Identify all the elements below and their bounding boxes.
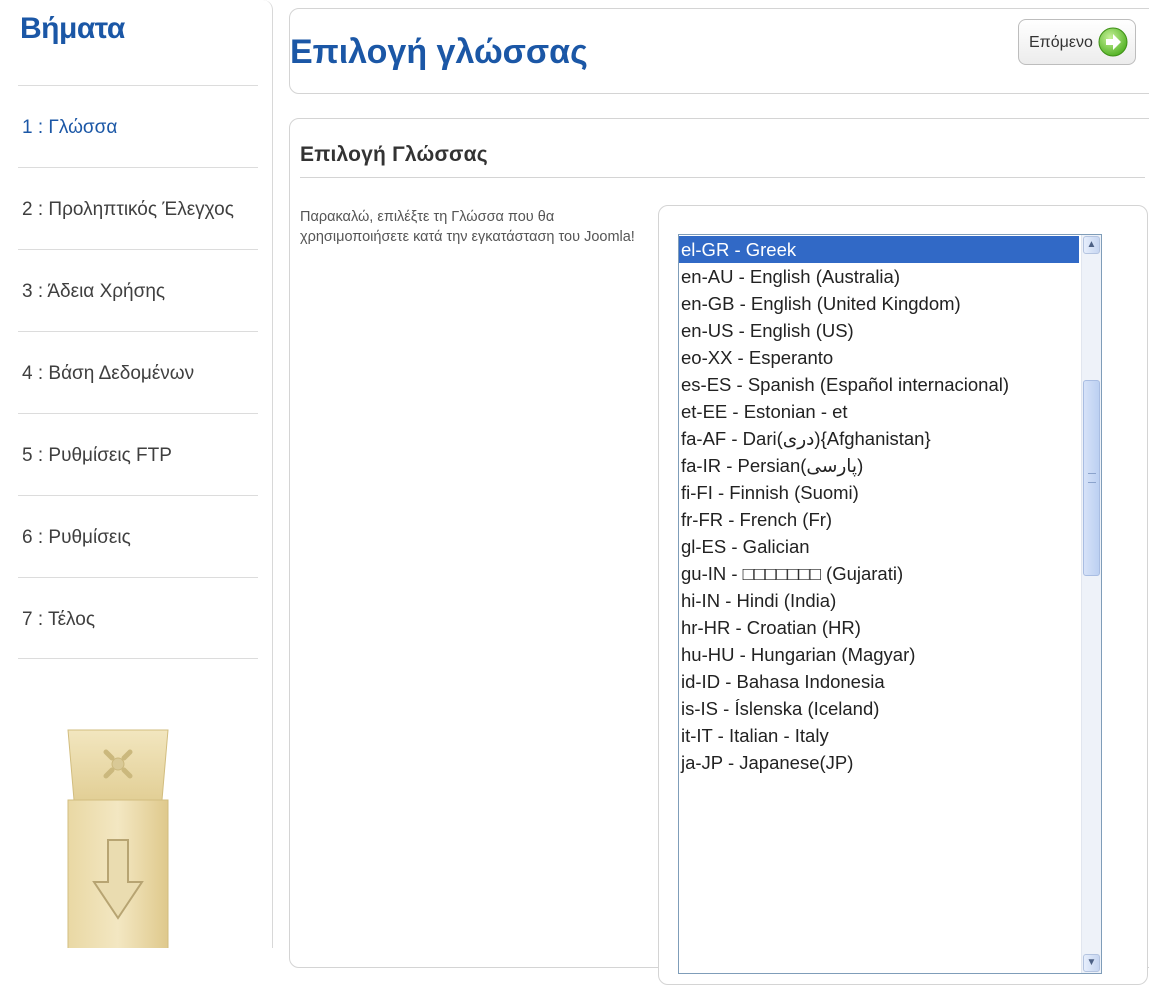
language-option[interactable]: et-EE - Estonian - et <box>679 398 1079 425</box>
sidebar-title: Βήματα <box>20 12 125 45</box>
language-option[interactable]: ja-JP - Japanese(JP) <box>679 749 1079 776</box>
language-select[interactable]: el-GR - Greek en-AU - English (Australia)… <box>678 234 1102 974</box>
language-option[interactable]: fa-IR - Persian(پارسی) <box>679 452 1079 479</box>
language-option[interactable]: fa-AF - Dari(دری){Afghanistan} <box>679 425 1079 452</box>
scroll-down-icon[interactable]: ▼ <box>1083 954 1100 972</box>
language-list-frame: el-GR - Greek en-AU - English (Australia)… <box>658 205 1148 985</box>
sidebar-step-2[interactable]: 2 : Προληπτικός Έλεγχος <box>18 167 258 249</box>
arrow-right-circle-icon <box>1098 27 1128 57</box>
header-panel: Επιλογή γλώσσας Επόμενο <box>289 8 1149 94</box>
section-divider <box>300 177 1145 178</box>
language-option[interactable]: id-ID - Bahasa Indonesia <box>679 668 1079 695</box>
language-option[interactable]: hi-IN - Hindi (India) <box>679 587 1079 614</box>
steps-sidebar: Βήματα 1 : Γλώσσα 2 : Προληπτικός Έλεγχος… <box>0 0 273 948</box>
scrollbar-grip-icon <box>1088 473 1096 483</box>
language-option[interactable]: is-IS - Íslenska (Iceland) <box>679 695 1079 722</box>
language-instructions: Παρακαλώ, επιλέξτε τη Γλώσσα που θα χρησ… <box>300 209 635 245</box>
scroll-up-icon[interactable]: ▲ <box>1083 236 1100 254</box>
language-option[interactable]: fi-FI - Finnish (Suomi) <box>679 479 1079 506</box>
language-option[interactable]: hu-HU - Hungarian (Magyar) <box>679 641 1079 668</box>
language-panel: Επιλογή Γλώσσας Παρακαλώ, επιλέξτε τη Γλ… <box>289 118 1149 985</box>
page-title: Επιλογή γλώσσας <box>290 33 588 71</box>
next-button-label: Επόμενο <box>1029 34 1093 51</box>
language-option[interactable]: eo-XX - Esperanto <box>679 344 1079 371</box>
sidebar-step-1[interactable]: 1 : Γλώσσα <box>18 85 258 167</box>
language-option[interactable]: el-GR - Greek <box>679 236 1079 263</box>
language-option[interactable]: hr-HR - Croatian (HR) <box>679 614 1079 641</box>
joomla-install-box-icon <box>67 729 169 948</box>
section-title: Επιλογή Γλώσσας <box>300 143 488 166</box>
sidebar-step-6[interactable]: 6 : Ρυθμίσεις <box>18 495 258 577</box>
sidebar-step-7[interactable]: 7 : Τέλος <box>18 577 258 659</box>
language-option[interactable]: gl-ES - Galician <box>679 533 1079 560</box>
scrollbar-thumb[interactable] <box>1083 380 1100 576</box>
sidebar-step-4[interactable]: 4 : Βάση Δεδομένων <box>18 331 258 413</box>
sidebar-step-3[interactable]: 3 : Άδεια Χρήσης <box>18 249 258 331</box>
language-option[interactable]: gu-IN - □□□□□□□ (Gujarati) <box>679 560 1079 587</box>
language-option[interactable]: fr-FR - French (Fr) <box>679 506 1079 533</box>
language-option[interactable]: es-ES - Spanish (Español internacional) <box>679 371 1079 398</box>
sidebar-step-5[interactable]: 5 : Ρυθμίσεις FTP <box>18 413 258 495</box>
language-list-scrollbar[interactable]: ▲ ▼ <box>1081 235 1101 973</box>
language-option[interactable]: en-US - English (US) <box>679 317 1079 344</box>
next-button[interactable]: Επόμενο <box>1018 19 1136 65</box>
language-option[interactable]: it-IT - Italian - Italy <box>679 722 1079 749</box>
language-option[interactable]: en-GB - English (United Kingdom) <box>679 290 1079 317</box>
language-option[interactable]: en-AU - English (Australia) <box>679 263 1079 290</box>
